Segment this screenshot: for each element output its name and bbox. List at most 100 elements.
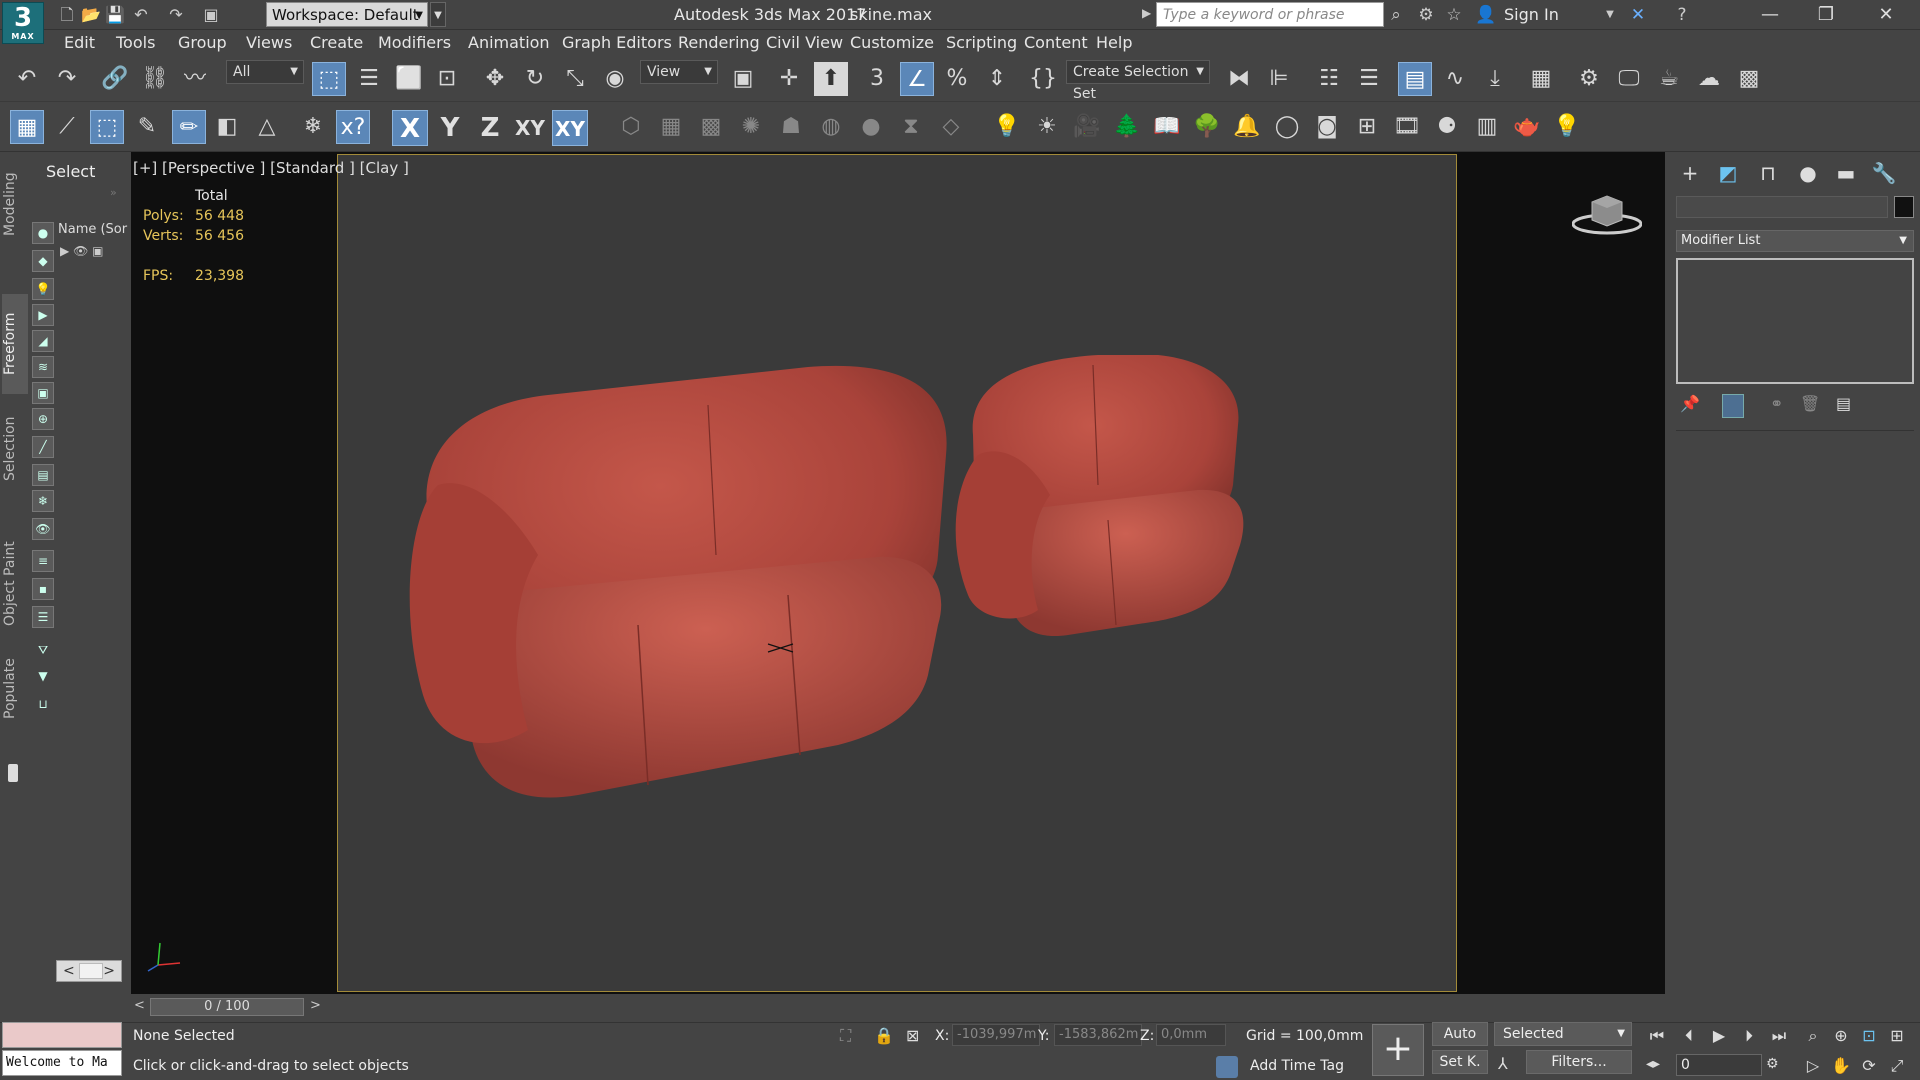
- grid-object-icon[interactable]: ▩: [694, 110, 728, 144]
- snaps-toggle-icon[interactable]: 3: [860, 62, 894, 96]
- y-coordinate-field[interactable]: -1583,862m: [1054, 1024, 1142, 1046]
- display-items-icon[interactable]: ▪: [32, 578, 54, 600]
- minimize-icon[interactable]: —: [1742, 0, 1798, 30]
- lattice-icon[interactable]: ▦: [654, 110, 688, 144]
- key-mode-toggle-icon[interactable]: ◂▸: [1646, 1056, 1660, 1072]
- xform-icon[interactable]: x?: [336, 110, 370, 144]
- bulb-icon[interactable]: 💡: [1550, 110, 1584, 144]
- next-frame-icon[interactable]: ⏵: [1736, 1024, 1762, 1048]
- display-containers-icon[interactable]: ▤: [32, 464, 54, 486]
- scroll-thumb[interactable]: [79, 963, 103, 979]
- selection-lock-icon[interactable]: 🔒: [874, 1026, 894, 1045]
- go-to-start-icon[interactable]: ⏮: [1644, 1024, 1670, 1048]
- time-next-button[interactable]: >: [310, 998, 321, 1013]
- time-tag-icon[interactable]: [1216, 1056, 1238, 1078]
- scene-explorer-icon[interactable]: ☷: [1312, 62, 1346, 96]
- display-frozen-icon[interactable]: ❄: [32, 490, 54, 512]
- visibility-eye-icon[interactable]: 👁: [73, 244, 88, 258]
- select-manipulate-icon[interactable]: ✛: [772, 62, 806, 96]
- axis-constraint-icon[interactable]: ⟋: [50, 110, 84, 144]
- hierarchy-tab-icon[interactable]: ⊓: [1753, 158, 1783, 188]
- key-mode-icon[interactable]: ⅄: [1498, 1054, 1508, 1073]
- schematic-view-icon[interactable]: ⤓: [1478, 62, 1512, 96]
- display-hidden-icon[interactable]: 👁: [32, 518, 54, 540]
- sign-in-link[interactable]: Sign In: [1504, 5, 1559, 24]
- menu-group[interactable]: Group: [178, 33, 227, 52]
- triangle-shape-icon[interactable]: △: [250, 110, 284, 144]
- app-logo-button[interactable]: 3 MAX: [2, 2, 44, 44]
- constrain-xy-button[interactable]: XY: [512, 110, 548, 146]
- bell-icon[interactable]: 🔔: [1230, 110, 1264, 144]
- display-tab-icon[interactable]: ▬: [1831, 158, 1861, 188]
- current-frame-spinner[interactable]: 0: [1676, 1054, 1762, 1076]
- subscription-icon[interactable]: ⚙: [1414, 3, 1438, 27]
- tab-freeform[interactable]: Freeform: [2, 294, 28, 394]
- open-file-icon[interactable]: 📂: [80, 4, 102, 26]
- create-tab-icon[interactable]: +: [1675, 158, 1705, 188]
- z-coordinate-field[interactable]: 0,0mm: [1156, 1024, 1226, 1046]
- freeze-icon[interactable]: ❄: [296, 110, 330, 144]
- zoom-icon[interactable]: ⌕: [1800, 1024, 1826, 1048]
- rectangular-selection-icon[interactable]: ⬜: [392, 62, 426, 96]
- viewcube-icon[interactable]: [1571, 190, 1643, 236]
- go-to-end-icon[interactable]: ⏭: [1766, 1024, 1792, 1048]
- workspace-menu-icon[interactable]: ▼: [430, 2, 446, 27]
- box-shape-icon[interactable]: ◧: [210, 110, 244, 144]
- pan-view-icon[interactable]: ✋: [1828, 1054, 1854, 1078]
- time-prev-button[interactable]: <: [134, 998, 145, 1013]
- key-filters-button[interactable]: Filters...: [1526, 1050, 1632, 1074]
- zoom-all-icon[interactable]: ⊕: [1828, 1024, 1854, 1048]
- align-icon[interactable]: ⊫: [1262, 62, 1296, 96]
- pencil-edit-icon[interactable]: ✏: [172, 110, 206, 144]
- camera-icon[interactable]: 🎥: [1070, 110, 1104, 144]
- display-geometry-icon[interactable]: ◆: [32, 250, 54, 272]
- bind-space-warp-icon[interactable]: 〰: [178, 62, 212, 96]
- point-icon[interactable]: ●: [854, 110, 888, 144]
- add-time-tag-button[interactable]: Add Time Tag: [1250, 1058, 1344, 1074]
- render-in-cloud-icon[interactable]: ☁: [1692, 62, 1726, 96]
- named-selection-set-dropdown[interactable]: Create Selection Set ▼: [1066, 60, 1210, 102]
- display-lights-icon[interactable]: 💡: [32, 278, 54, 300]
- menu-graph-editors[interactable]: Graph Editors: [562, 33, 672, 52]
- display-helpers-icon[interactable]: ◢: [32, 330, 54, 352]
- particles-icon[interactable]: ✺: [734, 110, 768, 144]
- layer-explorer-icon[interactable]: ☰: [1352, 62, 1386, 96]
- absolute-offset-mode-icon[interactable]: ⊠: [906, 1026, 919, 1045]
- menu-animation[interactable]: Animation: [468, 33, 550, 52]
- helper-icon[interactable]: ◍: [814, 110, 848, 144]
- display-all-icon[interactable]: ●: [32, 222, 54, 244]
- show-end-result-icon[interactable]: [1722, 394, 1744, 418]
- pivot-center-icon[interactable]: ▣: [726, 62, 760, 96]
- favorites-star-icon[interactable]: ☆: [1442, 3, 1466, 27]
- select-object-icon[interactable]: ⬚: [312, 62, 346, 96]
- maximize-viewport-icon[interactable]: ⤢: [1884, 1054, 1910, 1078]
- menu-help[interactable]: Help: [1096, 33, 1132, 52]
- redo-icon[interactable]: ↷: [165, 4, 187, 26]
- constrain-xy-plane-button[interactable]: XY: [552, 110, 588, 146]
- previous-frame-icon[interactable]: ⏴: [1676, 1024, 1702, 1048]
- search-input[interactable]: Type a keyword or phrase: [1156, 2, 1384, 27]
- menu-civil-view[interactable]: Civil View: [766, 33, 843, 52]
- redo-icon[interactable]: ↷: [50, 62, 84, 96]
- constrain-x-button[interactable]: X: [392, 110, 428, 146]
- modifier-stack[interactable]: [1676, 258, 1914, 384]
- display-bones-icon[interactable]: ╱: [32, 436, 54, 458]
- zoom-extents-all-icon[interactable]: ⊞: [1884, 1024, 1910, 1048]
- close-icon[interactable]: ✕: [1858, 0, 1914, 30]
- utilities-tab-icon[interactable]: 🔧: [1869, 158, 1899, 188]
- reference-coordinate-dropdown[interactable]: View ▼: [640, 60, 718, 84]
- scene-explorer-scrollbar[interactable]: < >: [56, 960, 122, 982]
- undo-icon[interactable]: ↶: [10, 62, 44, 96]
- omni-light-icon[interactable]: 💡: [990, 110, 1024, 144]
- zoom-extents-icon[interactable]: ⊡: [1856, 1024, 1882, 1048]
- bone-icon[interactable]: ☗: [774, 110, 808, 144]
- menu-views[interactable]: Views: [246, 33, 292, 52]
- isolate-selection-icon[interactable]: ⛶: [840, 1026, 851, 1046]
- toggle-ribbon-icon[interactable]: ▤: [1398, 62, 1432, 96]
- help-icon[interactable]: ?: [1670, 3, 1694, 27]
- sofa-model[interactable]: [409, 365, 947, 798]
- bounding-box-icon[interactable]: ⬚: [90, 110, 124, 144]
- menu-scripting[interactable]: Scripting: [946, 33, 1017, 52]
- bag-icon[interactable]: ⊔: [32, 694, 54, 716]
- auto-key-button[interactable]: Auto: [1432, 1022, 1488, 1046]
